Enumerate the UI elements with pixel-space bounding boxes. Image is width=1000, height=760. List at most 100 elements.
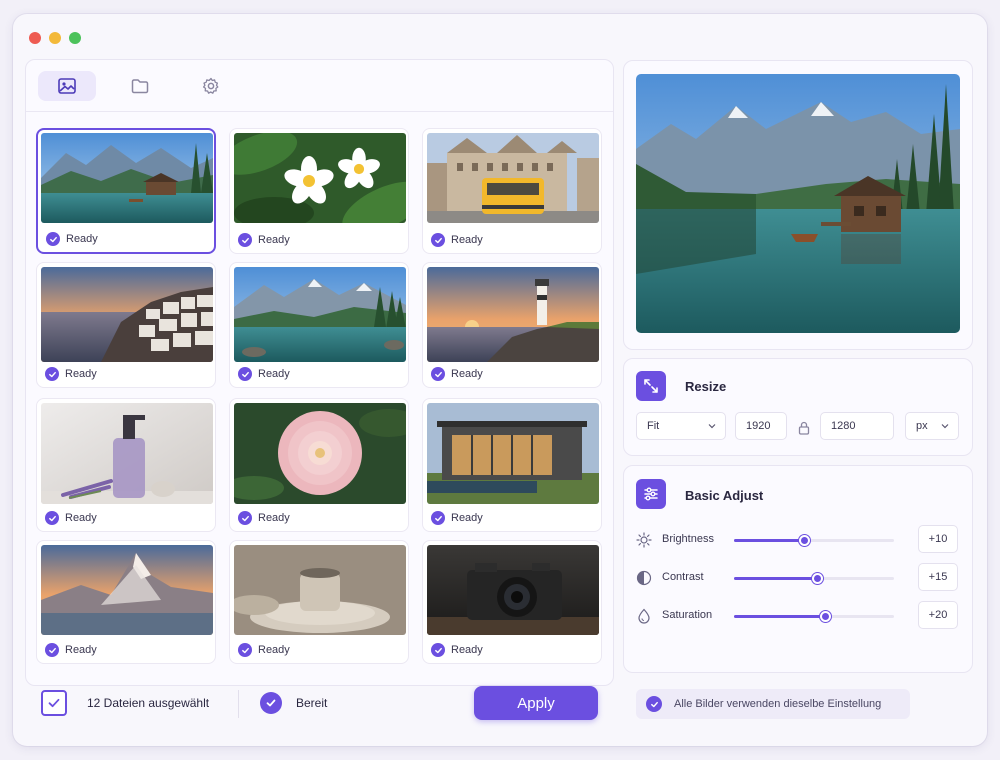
slider-handle[interactable] [799,535,811,546]
image-card-lighthouse[interactable]: Ready [422,262,602,388]
resize-mode-value: Fit [647,420,660,432]
chevron-down-icon [708,424,716,429]
image-card-alpine-lake[interactable]: Ready [229,262,409,388]
brightness-label: Brightness [662,533,714,545]
brightness-slider[interactable] [734,535,894,546]
image-card-frangipani[interactable]: Ready [229,128,409,254]
check-icon [431,511,445,525]
selected-count: 12 Dateien ausgewählt [87,696,210,710]
close-window-button[interactable] [29,32,41,44]
card-status-label: Ready [451,368,483,380]
sun-icon [636,532,652,548]
thumbnail [41,267,213,362]
contrast-row: Contrast +15 [636,563,960,593]
thumbnail [427,267,599,362]
check-icon [646,696,662,712]
slider-handle[interactable] [820,611,832,622]
camera-thumbnail [427,545,599,635]
height-input[interactable]: 1280 [820,412,894,440]
gear-icon [202,77,219,94]
sliders-icon [636,479,666,509]
saturation-value[interactable]: +20 [918,601,958,629]
modern-house-thumbnail [427,403,599,504]
preview-image [636,74,960,333]
tram-thumbnail [427,133,599,223]
saturation-label: Saturation [662,609,713,621]
image-card-tram[interactable]: Ready [422,128,602,254]
card-status: Ready [431,511,483,525]
image-icon [58,78,76,94]
window-controls [29,32,81,44]
basic-adjust-panel: Basic Adjust Brightness +10 Contrast +15… [623,465,973,673]
thumbnail [41,133,213,223]
image-card-mountain-lake[interactable]: Ready [36,128,216,254]
thumbnail [234,133,406,223]
card-status: Ready [238,511,290,525]
apply-to-all-label: Alle Bilder verwenden dieselbe Einstellu… [674,698,882,710]
thumbnail [427,403,599,504]
check-icon [238,511,252,525]
slider-fill [734,539,805,542]
image-card-modern-house[interactable]: Ready [422,398,602,532]
slider-handle[interactable] [812,573,824,584]
minimize-window-button[interactable] [49,32,61,44]
app-window: Ready Ready Ready Ready Ready Ready Read… [13,14,987,746]
check-icon [431,643,445,657]
card-status: Ready [238,367,290,381]
image-card-dahlia[interactable]: Ready [229,398,409,532]
thumbnail [41,545,213,635]
check-icon [431,367,445,381]
dahlia-thumbnail [234,403,406,504]
card-status-label: Ready [65,644,97,656]
action-bar: 12 Dateien ausgewählt Bereit Apply [25,674,614,732]
ceramic-cup-thumbnail [234,545,406,635]
contrast-label: Contrast [662,571,704,583]
select-all-checkbox[interactable] [41,690,67,716]
divider [238,690,239,718]
image-card-matterhorn[interactable]: Ready [36,540,216,664]
card-status: Ready [45,643,97,657]
check-icon [45,643,59,657]
check-icon [46,232,60,246]
gallery-panel: Ready Ready Ready Ready Ready Ready Read… [25,59,614,686]
unit-select[interactable]: px [905,412,959,440]
card-status-label: Ready [258,512,290,524]
tab-folder[interactable] [111,71,169,101]
thumbnail [234,545,406,635]
saturation-row: Saturation +20 [636,601,960,631]
apply-to-all-toggle[interactable]: Alle Bilder verwenden dieselbe Einstellu… [636,689,910,719]
card-status-label: Ready [451,644,483,656]
ready-status: Bereit [296,696,328,710]
resize-mode-select[interactable]: Fit [636,412,726,440]
card-status: Ready [46,232,98,246]
thumbnail [427,133,599,223]
brightness-row: Brightness +10 [636,525,960,555]
card-status-label: Ready [65,368,97,380]
image-card-coastal-village[interactable]: Ready [36,262,216,388]
brightness-value[interactable]: +10 [918,525,958,553]
thumbnail [41,403,213,504]
thumbnail [427,545,599,635]
mountain-lake-thumbnail [41,133,213,223]
card-status-label: Ready [451,512,483,524]
image-card-ceramic-cup[interactable]: Ready [229,540,409,664]
frangipani-thumbnail [234,133,406,223]
check-icon [431,233,445,247]
check-icon [48,698,60,708]
maximize-window-button[interactable] [69,32,81,44]
folder-icon [131,79,149,94]
preview-panel [623,60,973,350]
width-input[interactable]: 1920 [735,412,787,440]
saturation-slider[interactable] [734,611,894,622]
lock-icon[interactable] [798,421,810,435]
image-card-camera[interactable]: Ready [422,540,602,664]
image-card-soap-bottle[interactable]: Ready [36,398,216,532]
tab-settings[interactable] [182,71,240,101]
contrast-value[interactable]: +15 [918,563,958,591]
basic-adjust-title: Basic Adjust [685,488,764,503]
width-value: 1920 [746,420,771,432]
unit-value: px [916,420,928,432]
tab-images[interactable] [38,71,96,101]
apply-button[interactable]: Apply [474,686,598,720]
contrast-slider[interactable] [734,573,894,584]
